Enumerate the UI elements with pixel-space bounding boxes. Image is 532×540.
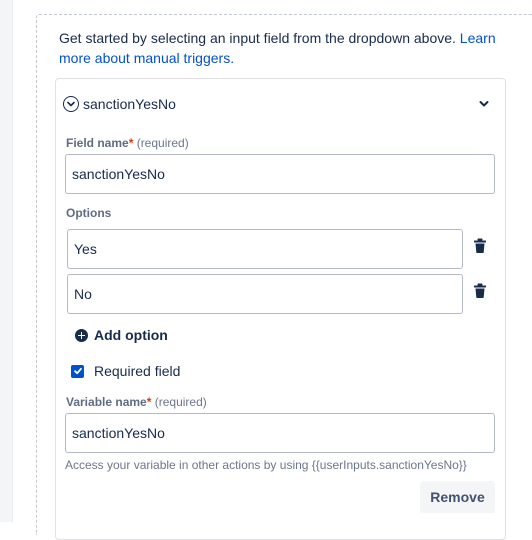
- card-header[interactable]: sanctionYesNo: [63, 92, 176, 116]
- variable-name-value: sanctionYesNo: [72, 425, 165, 441]
- plus-circle-icon: [75, 328, 88, 342]
- expand-circle-icon: [63, 96, 79, 112]
- trash-icon: [474, 238, 486, 253]
- options-label-text: Options: [66, 206, 112, 220]
- card-title: sanctionYesNo: [83, 96, 176, 112]
- options-label: Options: [66, 206, 111, 220]
- option-value-1: Yes: [74, 241, 97, 257]
- trash-icon: [474, 283, 486, 298]
- checkmark-icon: [73, 367, 82, 375]
- add-option-button[interactable]: Add option: [75, 325, 168, 345]
- option-value-2: No: [74, 286, 92, 302]
- option-input-2[interactable]: No: [67, 274, 463, 314]
- required-note: (required): [151, 395, 207, 409]
- required-field-checkbox[interactable]: [71, 364, 84, 378]
- required-note: (required): [133, 136, 189, 150]
- variable-name-label: Variable name* (required): [66, 395, 207, 409]
- left-panel-edge: [0, 0, 13, 522]
- field-name-value: sanctionYesNo: [72, 166, 165, 182]
- option-input-1[interactable]: Yes: [67, 229, 463, 269]
- required-field-label: Required field: [94, 363, 181, 379]
- variable-name-label-text: Variable name: [66, 395, 147, 409]
- field-name-label-text: Field name: [66, 136, 129, 150]
- field-name-input[interactable]: sanctionYesNo: [65, 154, 495, 194]
- variable-helper-text: Access your variable in other actions by…: [65, 458, 467, 472]
- collapse-button[interactable]: [474, 94, 494, 114]
- remove-button[interactable]: Remove: [420, 481, 495, 513]
- field-name-label: Field name* (required): [66, 136, 189, 150]
- delete-option-1-button[interactable]: [473, 238, 487, 254]
- intro-description: Get started by selecting an input field …: [59, 30, 460, 46]
- chevron-down-icon: [479, 101, 489, 107]
- variable-name-input[interactable]: sanctionYesNo: [65, 413, 495, 453]
- intro-text: Get started by selecting an input field …: [59, 28, 509, 68]
- delete-option-2-button[interactable]: [473, 283, 487, 299]
- add-option-label: Add option: [94, 327, 168, 343]
- required-field-row[interactable]: Required field: [71, 361, 180, 381]
